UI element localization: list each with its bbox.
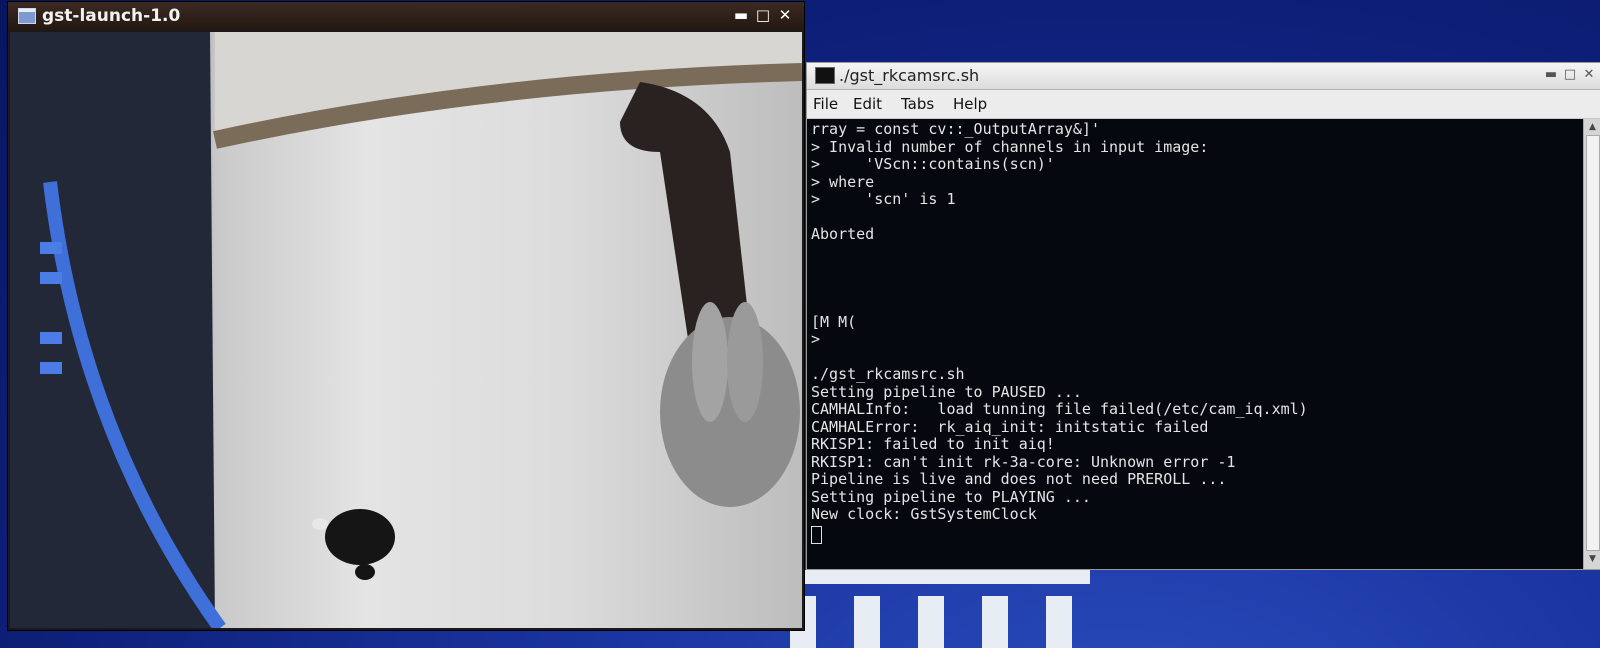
- terminal-cursor: [811, 526, 822, 544]
- terminal-line: > 'VScn::contains(scn)': [811, 155, 1055, 173]
- terminal-line: New clock: GstSystemClock: [811, 505, 1037, 523]
- gst-window-title: gst-launch-1.0: [42, 6, 181, 26]
- scroll-down-icon[interactable]: ▼: [1586, 553, 1599, 566]
- terminal-line: Pipeline is live and does not need PRERO…: [811, 470, 1227, 488]
- scrollbar-thumb[interactable]: [1586, 135, 1600, 551]
- menu-file[interactable]: File: [813, 95, 838, 113]
- desktop-wallpaper-logo: [790, 560, 1190, 648]
- terminal-output[interactable]: rray = const cv::_OutputArray&]' > Invali…: [807, 119, 1583, 569]
- terminal-line: Aborted: [811, 225, 875, 243]
- terminal-line: ./gst_rkcamsrc.sh: [811, 365, 965, 383]
- terminal-icon: [815, 67, 835, 84]
- scroll-up-icon[interactable]: ▲: [1586, 121, 1599, 134]
- terminal-line: CAMHALInfo: load tunning file failed(/et…: [811, 400, 1308, 418]
- terminal-line: Setting pipeline to PLAYING ...: [811, 487, 1091, 506]
- terminal-scrollbar[interactable]: ▲ ▼: [1583, 119, 1600, 569]
- terminal-line: >: [811, 330, 821, 348]
- camera-video-feed: [10, 32, 802, 628]
- terminal-line: [M M(: [811, 312, 857, 331]
- maximize-icon[interactable]: □: [754, 6, 772, 24]
- gst-window-titlebar[interactable]: gst-launch-1.0 ▬ □ ✕: [8, 2, 804, 30]
- terminal-line: > 'scn' is 1: [811, 190, 956, 208]
- terminal-line: RKISP1: failed to init aiq!: [811, 435, 1055, 453]
- maximize-icon[interactable]: □: [1562, 67, 1578, 83]
- terminal-line: > Invalid number of channels in input im…: [811, 137, 1209, 156]
- gst-launch-window[interactable]: gst-launch-1.0 ▬ □ ✕: [8, 2, 804, 630]
- menu-edit[interactable]: Edit: [853, 95, 882, 113]
- close-icon[interactable]: ✕: [1581, 67, 1597, 83]
- minimize-icon[interactable]: ▬: [732, 6, 750, 24]
- terminal-line: Setting pipeline to PAUSED ...: [811, 382, 1082, 401]
- terminal-titlebar[interactable]: ./gst_rkcamsrc.sh ▬ □ ✕: [807, 63, 1600, 90]
- close-icon[interactable]: ✕: [776, 6, 794, 24]
- window-icon: [18, 8, 36, 24]
- terminal-menubar: File Edit Tabs Help: [807, 90, 1600, 119]
- minimize-icon[interactable]: ▬: [1543, 67, 1559, 83]
- terminal-line: > where: [811, 172, 875, 191]
- terminal-line: rray = const cv::_OutputArray&]': [811, 120, 1100, 138]
- terminal-line: RKISP1: can't init rk-3a-core: Unknown e…: [811, 452, 1236, 471]
- camera-frame-image: [10, 32, 802, 628]
- terminal-window-title: ./gst_rkcamsrc.sh: [839, 66, 980, 85]
- menu-tabs[interactable]: Tabs: [901, 95, 934, 113]
- menu-help[interactable]: Help: [953, 95, 987, 113]
- terminal-text: rray = const cv::_OutputArray&]' > Invali…: [811, 120, 1308, 524]
- terminal-window[interactable]: ./gst_rkcamsrc.sh ▬ □ ✕ File Edit Tabs H…: [806, 62, 1600, 570]
- terminal-line: CAMHALError: rk_aiq_init: initstatic fai…: [811, 417, 1209, 436]
